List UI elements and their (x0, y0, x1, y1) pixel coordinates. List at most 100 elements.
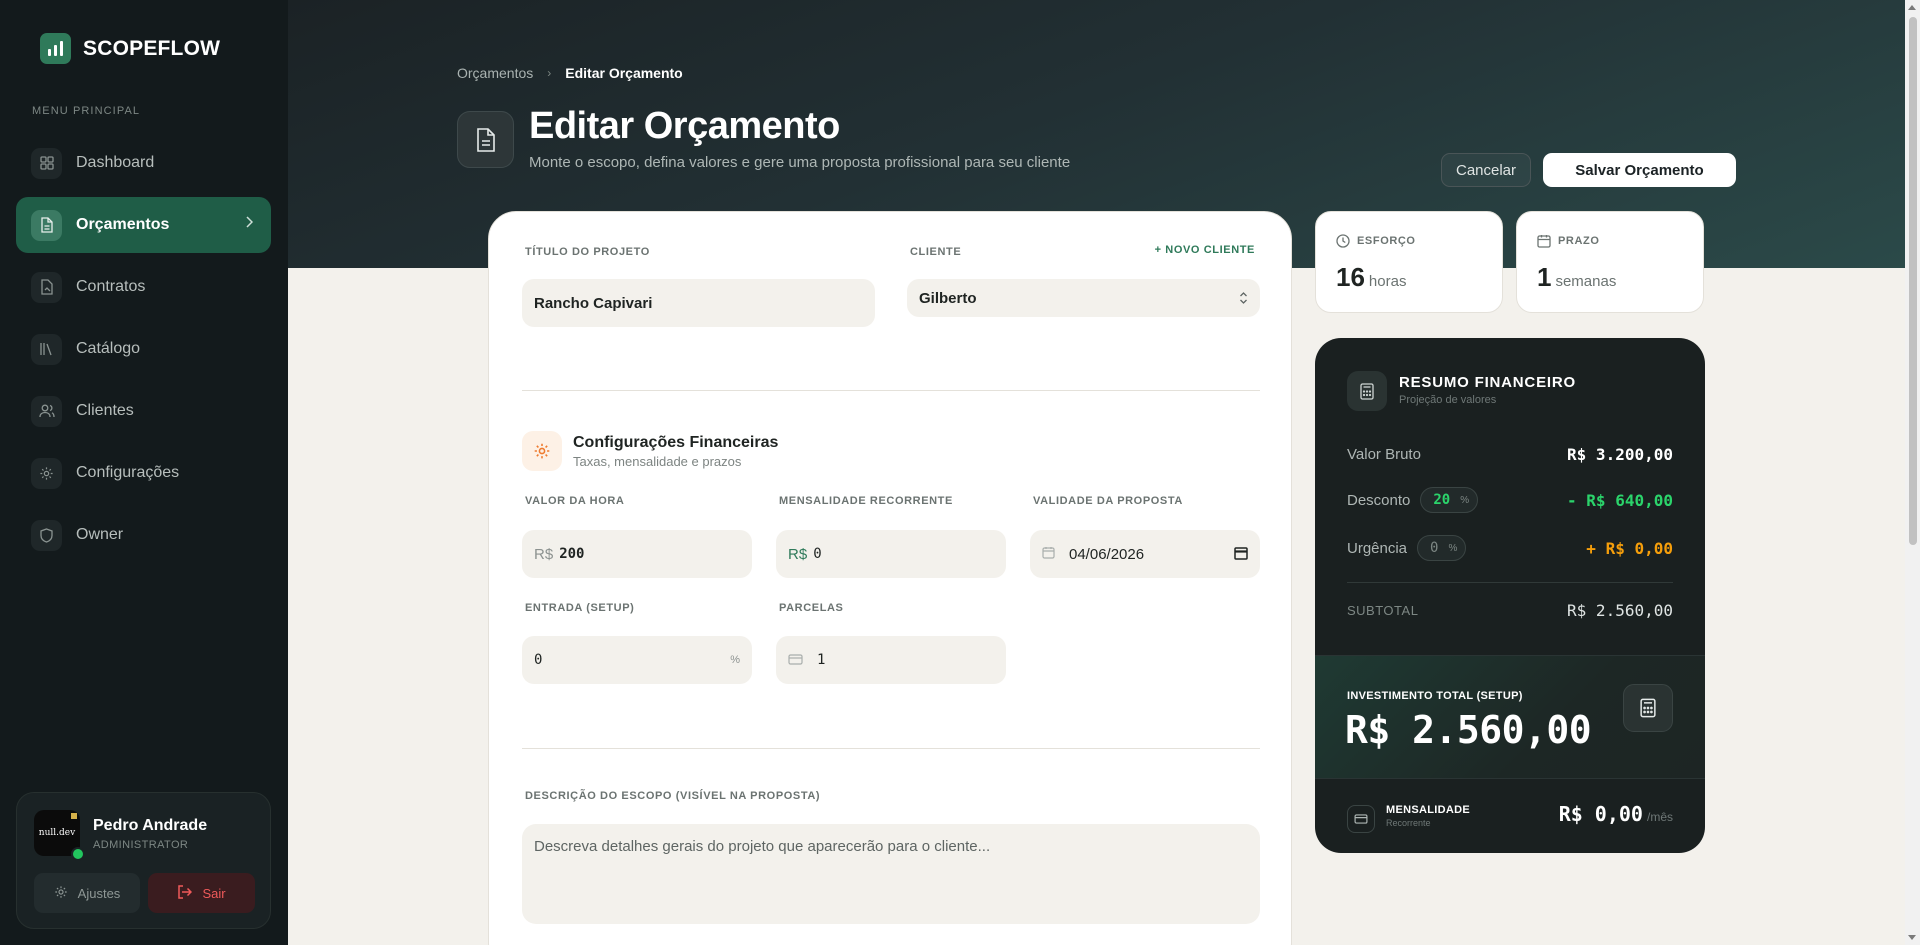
total-investment-value: R$ 2.560,00 (1345, 708, 1592, 752)
subtotal-row: SUBTOTAL R$ 2.560,00 (1347, 601, 1673, 620)
total-investment-panel: INVESTIMENTO TOTAL (SETUP) R$ 2.560,00 (1315, 655, 1705, 779)
discount-row: Desconto 20 % - R$ 640,00 (1347, 487, 1673, 513)
gross-label: Valor Bruto (1347, 446, 1421, 463)
sidebar-item-label: Clientes (76, 402, 134, 419)
sidebar: SCOPEFLOW MENU PRINCIPAL Dashboard Orçam… (0, 0, 288, 945)
select-arrows-icon (1239, 291, 1248, 309)
monthly-sublabel: Recorrente (1386, 818, 1431, 828)
sidebar-item-catalogo[interactable]: Catálogo (16, 321, 271, 377)
avatar[interactable]: null.dev (34, 810, 85, 861)
monthly-fee-input[interactable]: R$ 0 (776, 530, 1006, 578)
users-icon (31, 395, 62, 427)
percent-suffix: % (1460, 494, 1470, 506)
deadline-value: 1 (1537, 262, 1552, 292)
divider (1347, 582, 1673, 583)
section-title: Configurações Financeiras (573, 434, 779, 451)
percent-suffix: % (730, 654, 740, 666)
divider (522, 748, 1260, 749)
total-investment-label: INVESTIMENTO TOTAL (SETUP) (1347, 690, 1523, 702)
scroll-up-arrow-icon[interactable] (1908, 5, 1916, 10)
shield-icon (31, 519, 62, 551)
scroll-down-arrow-icon[interactable] (1908, 935, 1916, 940)
hour-rate-value: 200 (559, 546, 585, 562)
description-placeholder: Descreva detalhes gerais do projeto que … (534, 838, 991, 855)
monthly-fee-label: MENSALIDADE RECORRENTE (779, 495, 953, 507)
sidebar-item-label: Orçamentos (76, 216, 170, 233)
user-role: ADMINISTRATOR (93, 839, 189, 851)
logout-button[interactable]: Sair (148, 873, 255, 913)
effort-label: ESFORÇO (1357, 235, 1416, 247)
deadline-stat-card: PRAZO 1 semanas (1516, 211, 1704, 313)
sidebar-item-owner[interactable]: Owner (16, 507, 271, 563)
validity-date-value: 04/06/2026 (1069, 545, 1145, 563)
cancel-button[interactable]: Cancelar (1441, 153, 1531, 187)
settings-button[interactable]: Ajustes (34, 873, 140, 913)
page-title: Editar Orçamento (529, 105, 840, 147)
urgency-label-group: Urgência 0 % (1347, 535, 1467, 561)
deadline-label: PRAZO (1558, 235, 1600, 247)
monthly-period: /mês (1646, 810, 1673, 824)
sidebar-item-configuracoes[interactable]: Configurações (16, 445, 271, 501)
logout-icon (177, 884, 193, 902)
document-icon (31, 209, 62, 241)
discount-percent-value: 20 (1433, 492, 1451, 508)
section-subtitle: Taxas, mensalidade e prazos (573, 454, 742, 469)
sidebar-item-orcamentos[interactable]: Orçamentos (16, 197, 271, 253)
grid-icon (31, 147, 62, 179)
user-name: Pedro Andrade (93, 817, 208, 834)
divider (522, 390, 1260, 391)
currency-prefix: R$ (534, 545, 554, 563)
percent-suffix: % (1448, 542, 1458, 554)
hour-rate-label: VALOR DA HORA (525, 495, 625, 507)
logout-label: Sair (202, 885, 226, 901)
breadcrumb-link[interactable]: Orçamentos (457, 65, 533, 81)
sidebar-item-label: Contratos (76, 278, 146, 295)
page-scrollbar[interactable] (1905, 0, 1920, 945)
urgency-row: Urgência 0 % + R$ 0,00 (1347, 535, 1673, 561)
new-client-link[interactable]: + NOVO CLIENTE (1155, 244, 1255, 256)
contract-icon (31, 271, 62, 303)
monthly-fee-value: 0 (813, 546, 822, 562)
project-title-input[interactable]: Rancho Capivari (522, 279, 875, 327)
sidebar-item-dashboard[interactable]: Dashboard (16, 135, 271, 191)
effort-value: 16 (1336, 262, 1365, 292)
sidebar-item-label: Owner (76, 526, 124, 543)
sidebar-item-label: Catálogo (76, 340, 141, 357)
summary-title: RESUMO FINANCEIRO (1399, 374, 1576, 391)
effort-stat-card: ESFORÇO 16 horas (1315, 211, 1503, 313)
deadline-value-row: 1 semanas (1537, 262, 1616, 293)
effort-unit: horas (1368, 273, 1407, 290)
deadline-unit: semanas (1555, 273, 1617, 290)
avatar-logo-text: null.dev (38, 828, 76, 838)
gear-icon (31, 457, 62, 489)
financial-summary-card: RESUMO FINANCEIRO Projeção de valores Va… (1315, 338, 1705, 853)
settings-label: Ajustes (77, 885, 121, 901)
setup-value: 0 (534, 652, 543, 668)
main-nav: Dashboard Orçamentos Contratos Catálogo (16, 135, 271, 569)
scrollbar-thumb[interactable] (1909, 17, 1917, 545)
calendar-picker-icon[interactable] (1234, 546, 1248, 564)
description-label: DESCRIÇÃO DO ESCOPO (VISÍVEL NA PROPOSTA… (525, 790, 821, 802)
validity-date-input[interactable]: 04/06/2026 (1030, 530, 1260, 578)
setup-percent-input[interactable]: 0 % (522, 636, 752, 684)
save-budget-button[interactable]: Salvar Orçamento (1543, 153, 1736, 187)
sidebar-item-clientes[interactable]: Clientes (16, 383, 271, 439)
hour-rate-input[interactable]: R$ 200 (522, 530, 752, 578)
installments-input[interactable]: 1 (776, 636, 1006, 684)
client-select[interactable]: Gilberto (907, 279, 1260, 317)
currency-prefix: R$ (788, 545, 808, 563)
calculator-icon (1347, 371, 1387, 411)
calculator-icon[interactable] (1623, 684, 1673, 732)
bar-chart-logo-icon (40, 33, 71, 64)
gear-icon (54, 885, 68, 902)
gear-icon (522, 431, 562, 471)
subtotal-value: R$ 2.560,00 (1567, 601, 1673, 620)
scope-description-textarea[interactable]: Descreva detalhes gerais do projeto que … (522, 824, 1260, 924)
setup-label: ENTRADA (SETUP) (525, 602, 635, 614)
gross-value-row: Valor Bruto R$ 3.200,00 (1347, 445, 1673, 464)
sidebar-item-contratos[interactable]: Contratos (16, 259, 271, 315)
monthly-label: MENSALIDADE (1386, 804, 1470, 816)
urgency-percent-input[interactable]: 0 % (1417, 535, 1467, 561)
brand[interactable]: SCOPEFLOW (40, 33, 220, 64)
discount-percent-input[interactable]: 20 % (1420, 487, 1479, 513)
